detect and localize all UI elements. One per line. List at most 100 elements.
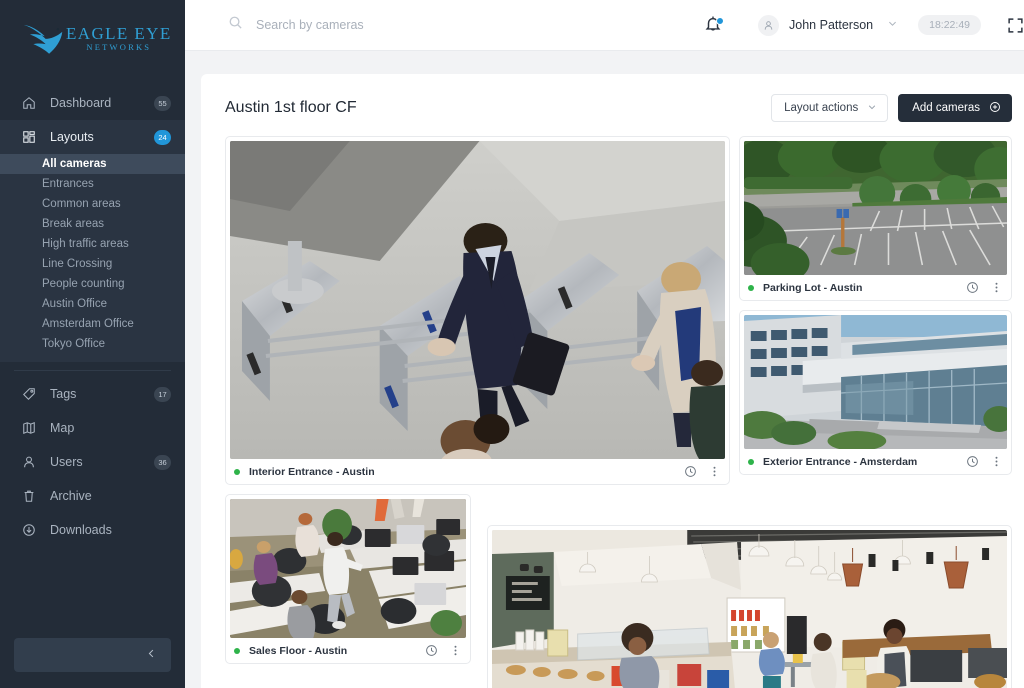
brand-name-line1: EAGLE EYE [66,23,172,43]
sidebar-sub-item-high-traffic-areas[interactable]: High traffic areas [0,234,185,254]
clock-icon[interactable] [684,465,697,478]
trash-icon [20,489,38,503]
sidebar-sub-item-entrances[interactable]: Entrances [0,174,185,194]
camera-tile[interactable]: Parking Lot - Austin [739,136,1012,301]
status-dot [748,458,754,465]
more-vertical-icon[interactable] [990,455,1003,468]
more-vertical-icon[interactable] [708,465,721,478]
page-title: Austin 1st floor CF [225,99,357,116]
sidebar-group-layouts: Layouts 24 All cameras Entrances Common … [0,120,185,362]
sidebar-item-users[interactable]: Users 36 [0,445,185,479]
clock-icon[interactable] [966,281,979,294]
sidebar-badge: 17 [154,386,171,402]
layouts-icon [20,130,38,144]
layout-panel: Austin 1st floor CF Layout actions Add c… [201,74,1024,688]
camera-feed-parking-lot[interactable] [744,141,1007,275]
sidebar-badge: 24 [154,129,171,145]
sidebar-sub-item-tokyo-office[interactable]: Tokyo Office [0,334,185,354]
sidebar-item-label: Dashboard [50,96,112,110]
eagle-icon [22,21,64,55]
camera-tile-bar: Sales Floor - Austin [230,638,466,663]
content-scroll: Austin 1st floor CF Layout actions Add c… [185,51,1024,688]
camera-tile-bar: Interior Entrance - Austin [230,459,725,484]
sidebar-sub-item-common-areas[interactable]: Common areas [0,194,185,214]
brand-logo[interactable]: EAGLE EYE NETWORKS [0,0,185,76]
status-dot [234,468,240,475]
chevron-left-icon [146,646,157,664]
sidebar-item-label: Users [50,455,83,469]
camera-column-right: Parking Lot - Austin Exterior Entrance -… [739,136,1012,484]
user-icon [20,455,38,469]
clock-time: 18:22:49 [918,15,981,35]
status-dot [234,647,240,654]
clock-icon[interactable] [966,455,979,468]
sidebar-item-downloads[interactable]: Downloads [0,513,185,547]
camera-tile[interactable] [487,525,1012,688]
sidebar-badge [154,523,171,538]
sidebar-divider [14,370,171,371]
camera-feed-cafe-retail[interactable] [492,530,1007,688]
add-cameras-label: Add cameras [912,102,980,114]
search-input[interactable] [256,18,576,32]
download-icon [20,523,38,537]
camera-feed-interior-entrance[interactable] [230,141,725,459]
camera-name: Exterior Entrance - Amsterdam [763,455,918,468]
sidebar-collapse-button[interactable] [14,638,171,672]
camera-name: Parking Lot - Austin [763,281,863,294]
sidebar-item-layouts[interactable]: Layouts 24 [0,120,185,154]
camera-tile-bar: Parking Lot - Austin [744,275,1007,300]
sidebar-sub-item-line-crossing[interactable]: Line Crossing [0,254,185,274]
plus-circle-icon [989,101,1001,116]
brand-text: EAGLE EYE NETWORKS [66,25,172,52]
sidebar-sub-item-amsterdam-office[interactable]: Amsterdam Office [0,314,185,334]
more-vertical-icon[interactable] [449,644,462,657]
camera-tile-bar: Exterior Entrance - Amsterdam [744,449,1007,474]
app-root: EAGLE EYE NETWORKS Dashboard 55 Layouts … [0,0,1024,688]
search-icon [228,15,243,35]
layout-actions-button[interactable]: Layout actions [771,94,889,122]
top-bar-right: John Patterson 18:22:49 [704,14,1024,36]
sidebar-sub-item-all-cameras[interactable]: All cameras [0,154,185,174]
avatar [758,14,780,36]
clock-icon[interactable] [425,644,438,657]
chevron-down-icon[interactable] [887,16,898,34]
notification-dot [716,17,725,25]
main-area: John Patterson 18:22:49 Austin 1st floor [185,0,1024,688]
camera-feed-sales-floor[interactable] [230,499,466,638]
notifications-button[interactable] [704,15,725,35]
user-name: John Patterson [789,18,874,32]
camera-tile[interactable]: Interior Entrance - Austin [225,136,730,485]
camera-tile[interactable]: Sales Floor - Austin [225,494,471,664]
sidebar-item-map[interactable]: Map [0,411,185,445]
more-vertical-icon[interactable] [990,281,1003,294]
camera-tile[interactable]: Exterior Entrance - Amsterdam [739,310,1012,475]
sidebar-badge [154,489,171,504]
sidebar-item-tags[interactable]: Tags 17 [0,377,185,411]
sidebar-item-label: Tags [50,387,77,401]
sidebar-sub-item-austin-office[interactable]: Austin Office [0,294,185,314]
sidebar-item-label: Map [50,421,75,435]
camera-feed-exterior-entrance[interactable] [744,315,1007,449]
add-cameras-button[interactable]: Add cameras [898,94,1012,122]
search-box[interactable] [185,15,704,35]
fullscreen-icon[interactable] [1007,17,1024,34]
sidebar: EAGLE EYE NETWORKS Dashboard 55 Layouts … [0,0,185,688]
camera-name: Interior Entrance - Austin [249,465,375,478]
camera-name: Sales Floor - Austin [249,644,348,657]
chevron-down-icon [867,102,877,115]
tag-icon [20,387,38,401]
sidebar-badge: 36 [154,454,171,470]
sidebar-sub-item-break-areas[interactable]: Break areas [0,214,185,234]
sidebar-badge [154,421,171,436]
layout-actions-label: Layout actions [784,102,859,114]
brand-name-line2: NETWORKS [86,41,152,52]
sidebar-item-archive[interactable]: Archive [0,479,185,513]
sidebar-item-dashboard[interactable]: Dashboard 55 [0,86,185,120]
status-dot [748,284,754,291]
top-bar: John Patterson 18:22:49 [185,0,1024,51]
sidebar-item-label: Downloads [50,523,112,537]
sidebar-badge: 55 [154,95,171,111]
sidebar-sub-item-people-counting[interactable]: People counting [0,274,185,294]
sidebar-item-label: Archive [50,489,92,503]
home-icon [20,96,38,110]
